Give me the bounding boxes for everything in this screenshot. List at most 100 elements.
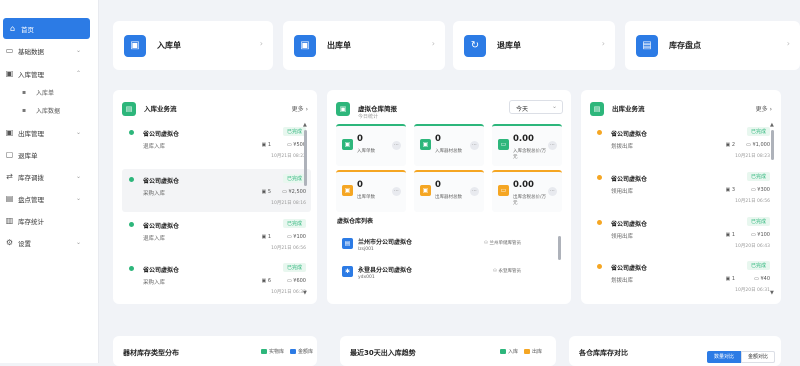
warehouse-list-item[interactable]: ▤ 兰州市分公司虚拟仓 lzsj001 ⚇ 兰州单储库管员 bbox=[335, 234, 561, 256]
sidebar-subitem-inbound-data[interactable]: ▪ 入库数据 bbox=[0, 102, 99, 120]
tab-quantity-compare[interactable]: 数量对比 bbox=[707, 351, 741, 363]
box-icon: ▣ bbox=[261, 142, 267, 148]
flow-type: 退库入库 bbox=[143, 236, 166, 242]
sidebar-item-home[interactable]: ⌂ 首页 bbox=[3, 18, 90, 39]
scrollbar-thumb[interactable] bbox=[558, 236, 561, 260]
quick-card-label: 库存盘点 bbox=[669, 41, 701, 50]
item-count: ▣ 1 bbox=[725, 276, 735, 282]
item-count: ▣ 5 bbox=[261, 189, 271, 195]
sidebar-item-statistics[interactable]: ▥ 库存统计 bbox=[0, 210, 99, 231]
flow-row[interactable]: 省公司虚拟仓 领用出库 已完成 ▣ 1 ▭ ¥100 10月20日 06:43 bbox=[590, 212, 775, 255]
warehouse-name: 省公司虚拟仓 bbox=[143, 178, 180, 185]
legend: 入库 出库 bbox=[500, 348, 542, 355]
outbound-icon: ▣ bbox=[342, 185, 353, 196]
flow-type: 采购入库 bbox=[143, 191, 166, 197]
stat-card: ▣ 0 入库器材总数 ⋯ bbox=[414, 124, 484, 166]
scroll-down-arrow[interactable]: ▼ bbox=[770, 290, 774, 296]
sidebar-item-label: 库存调拨 bbox=[18, 173, 44, 182]
panel-title: 出库业务流 bbox=[612, 105, 645, 113]
chevron-down-icon: ⌄ bbox=[75, 129, 81, 136]
money-icon: ▭ bbox=[282, 189, 287, 195]
flow-row[interactable]: 省公司虚拟仓 划拨出库 已完成 ▣ 1 ▭ ¥40 10月20日 06:31 bbox=[590, 256, 775, 299]
inbound-icon: ▤ bbox=[122, 102, 136, 116]
chevron-up-icon: ⌃ bbox=[75, 70, 81, 77]
status-badge: 已完成 bbox=[746, 217, 770, 226]
money-icon: ▭ bbox=[746, 142, 751, 148]
sidebar-subitem-inbound-order[interactable]: ▪ 入库单 bbox=[0, 84, 99, 102]
flow-row[interactable]: 省公司虚拟仓 采购入库 已完成 ▣ 6 ▭ ¥600 10月21日 06:33 bbox=[122, 258, 311, 301]
panel-title: 虚拟仓库简报 bbox=[358, 105, 397, 113]
scroll-up-arrow[interactable]: ▲ bbox=[770, 122, 774, 128]
amount: ▭ ¥1,000 bbox=[746, 142, 770, 148]
tab-amount-compare[interactable]: 金额对比 bbox=[741, 351, 775, 363]
sidebar-item-inbound[interactable]: ▣ 入库管理 ⌃ bbox=[0, 63, 99, 84]
period-select[interactable]: 今天 ⌄ bbox=[509, 100, 563, 114]
box-icon: ▣ bbox=[725, 232, 731, 238]
flow-row[interactable]: 省公司虚拟仓 领用出库 已完成 ▣ 3 ▭ ¥300 10月21日 06:56 bbox=[590, 167, 775, 210]
status-badge: 已完成 bbox=[282, 263, 306, 272]
panel-subtitle: 今日统计 bbox=[358, 114, 379, 120]
folder-in-icon: ▣ bbox=[5, 69, 14, 78]
document-icon: ▢ bbox=[5, 150, 14, 159]
legend-swatch bbox=[290, 349, 297, 354]
chart-title: 各仓库库存对比 bbox=[579, 349, 628, 357]
chart-card-warehouse-compare: 各仓库库存对比 数量对比 金额对比 bbox=[569, 336, 781, 366]
sidebar-item-basic-data[interactable]: ▭ 基础数据 ⌄ bbox=[0, 40, 99, 61]
quick-card-stocktake[interactable]: ▤ 库存盘点 › bbox=[625, 21, 800, 70]
legend-swatch bbox=[524, 349, 531, 354]
more-icon: ⋯ bbox=[470, 141, 479, 150]
stat-card: ▣ 0 出库器材总数 ⋯ bbox=[414, 170, 484, 212]
quick-card-label: 出库单 bbox=[327, 41, 351, 50]
status-badge: 已完成 bbox=[282, 127, 306, 136]
status-dot bbox=[597, 130, 602, 135]
clipboard-icon: ▤ bbox=[5, 194, 14, 203]
chevron-right-icon: › bbox=[431, 39, 435, 48]
more-icon: ⋯ bbox=[548, 187, 557, 196]
more-link[interactable]: 更多 › bbox=[756, 104, 772, 113]
flow-row[interactable]: 省公司虚拟仓 退库入库 已完成 ▣ 1 ▭ ¥100 10月21日 06:56 bbox=[122, 214, 311, 257]
chevron-down-icon: ⌄ bbox=[551, 103, 557, 110]
sidebar-subitem-label: 入库单 bbox=[36, 90, 55, 97]
warehouse-icon: ✱ bbox=[342, 266, 353, 277]
status-badge: 已完成 bbox=[746, 172, 770, 181]
scroll-up-arrow[interactable]: ▲ bbox=[303, 122, 307, 128]
inbound-flow-panel: ▤ 入库业务流 更多 › 省公司虚拟仓 退库入库 已完成 ▣ 1 ▭ ¥500 … bbox=[113, 90, 317, 304]
sidebar-item-return[interactable]: ▢ 退库单 bbox=[0, 144, 99, 165]
flow-type: 采购入库 bbox=[143, 280, 166, 286]
scroll-down-arrow[interactable]: ▼ bbox=[303, 290, 307, 296]
flow-row[interactable]: 省公司虚拟仓 退库入库 已完成 ▣ 1 ▭ ¥500 10月21日 08:22 bbox=[122, 122, 311, 165]
warehouse-list-item[interactable]: ✱ 永登县分公司虚拟仓 ydx001 ⚇ 永登库管员 bbox=[335, 262, 561, 284]
manager: ⚇ 兰州单储库管员 bbox=[484, 241, 521, 246]
outbound-icon: ▤ bbox=[590, 102, 604, 116]
money-icon: ▭ bbox=[498, 185, 509, 196]
inbound-icon: ▣ bbox=[342, 139, 353, 150]
more-link[interactable]: 更多 › bbox=[292, 104, 308, 113]
legend: 实物库 金额库 bbox=[261, 348, 313, 355]
warehouse-name: 省公司虚拟仓 bbox=[143, 131, 180, 138]
panel-title: 入库业务流 bbox=[144, 105, 177, 113]
timestamp: 10月21日 06:56 bbox=[271, 246, 306, 251]
status-badge: 已完成 bbox=[282, 174, 306, 183]
item-count: ▣ 1 bbox=[261, 142, 271, 148]
folder-out-icon: ▣ bbox=[5, 128, 14, 137]
flow-type: 划拨出库 bbox=[611, 278, 634, 284]
scrollbar-thumb[interactable] bbox=[304, 130, 307, 186]
quick-card-return[interactable]: ↻ 退库单 › bbox=[453, 21, 615, 70]
sidebar-item-stocktake[interactable]: ▤ 盘点管理 ⌄ bbox=[0, 188, 99, 209]
chart-icon: ▥ bbox=[5, 216, 14, 225]
sidebar-item-label: 设置 bbox=[18, 239, 31, 248]
sidebar-subitem-label: 入库数据 bbox=[36, 108, 61, 115]
box-icon: ▣ bbox=[261, 278, 267, 284]
sidebar-item-settings[interactable]: ⚙ 设置 ⌄ bbox=[0, 232, 99, 253]
flow-row[interactable]: 省公司虚拟仓 采购入库 已完成 ▣ 5 ▭ ¥2,500 10月21日 08:1… bbox=[122, 169, 311, 212]
flow-row[interactable]: 省公司虚拟仓 划拨出库 已完成 ▣ 2 ▭ ¥1,000 10月21日 08:2… bbox=[590, 122, 775, 165]
folder-in-icon: ▣ bbox=[124, 35, 146, 57]
quick-card-inbound[interactable]: ▣ 入库单 › bbox=[113, 21, 273, 70]
status-dot bbox=[129, 177, 134, 182]
sidebar-item-outbound[interactable]: ▣ 出库管理 ⌄ bbox=[0, 122, 99, 143]
quick-card-label: 入库单 bbox=[157, 41, 181, 50]
scrollbar-thumb[interactable] bbox=[771, 130, 774, 160]
sidebar-item-transfer[interactable]: ⇄ 库存调拨 ⌄ bbox=[0, 166, 99, 187]
warehouse-name: 永登县分公司虚拟仓 bbox=[358, 267, 413, 274]
quick-card-outbound[interactable]: ▣ 出库单 › bbox=[283, 21, 445, 70]
